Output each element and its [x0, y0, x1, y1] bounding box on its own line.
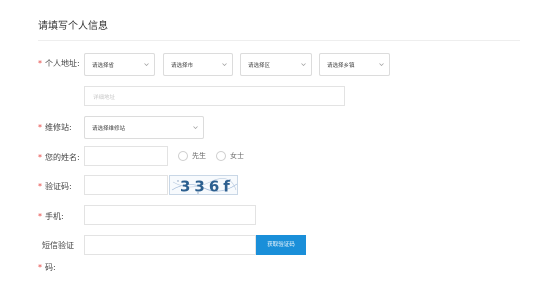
required-star: * — [38, 59, 42, 68]
sms-label-text: 码: — [45, 263, 56, 272]
name-label-text: 您的姓名: — [45, 153, 80, 162]
phone-input[interactable] — [84, 205, 256, 225]
station-label: * 维修站: — [38, 122, 72, 133]
chevron-down-icon — [301, 63, 306, 66]
province-select-value: 请选择省 — [92, 63, 115, 69]
city-select[interactable]: 请选择市 — [163, 53, 233, 76]
required-star: * — [38, 153, 42, 162]
radio-mr-label: 先生 — [192, 152, 206, 160]
page-title: 请填写个人信息 — [38, 21, 108, 32]
district-select[interactable]: 请选择区 — [240, 53, 312, 76]
town-select[interactable]: 请选择乡镇 — [319, 53, 390, 76]
station-label-text: 维修站: — [45, 123, 72, 132]
phone-label-text: 手机: — [45, 212, 64, 221]
district-select-value: 请选择区 — [248, 63, 271, 69]
phone-label: * 手机: — [38, 211, 64, 222]
name-label: * 您的姓名: — [38, 152, 80, 163]
chevron-down-icon — [193, 126, 198, 129]
address-label: * 个人地址: — [38, 58, 80, 69]
get-sms-code-button[interactable]: 获取验证码 — [256, 235, 306, 255]
province-select[interactable]: 请选择省 — [84, 53, 155, 76]
station-select[interactable]: 请选择维修站 — [84, 116, 204, 139]
required-star: * — [38, 182, 42, 191]
sms-label-line2: * 码: — [38, 262, 56, 273]
captcha-label: * 验证码: — [38, 181, 72, 192]
captcha-image[interactable]: 336f — [169, 175, 238, 195]
city-select-value: 请选择市 — [171, 63, 194, 69]
sms-code-input[interactable] — [84, 235, 256, 255]
required-star: * — [38, 263, 42, 272]
captcha-input[interactable] — [84, 175, 168, 195]
town-select-value: 请选择乡镇 — [327, 63, 355, 69]
title-divider — [38, 40, 520, 41]
radio-mr[interactable]: 先生 — [178, 151, 206, 161]
radio-ms-label: 女士 — [230, 152, 244, 160]
sms-label-line1: 短信验证 — [42, 241, 74, 250]
chevron-down-icon — [222, 63, 227, 66]
radio-ms[interactable]: 女士 — [216, 151, 244, 161]
radio-ms-circle[interactable] — [216, 151, 226, 161]
required-star: * — [38, 212, 42, 221]
address-label-text: 个人地址: — [45, 59, 80, 68]
captcha-text: 336f — [180, 178, 234, 196]
address-detail-input[interactable]: 详细地址 — [84, 86, 345, 106]
radio-mr-circle[interactable] — [178, 151, 188, 161]
captcha-label-text: 验证码: — [45, 182, 72, 191]
name-input[interactable] — [84, 146, 168, 166]
station-select-value: 请选择维修站 — [92, 126, 126, 132]
address-detail-placeholder: 详细地址 — [93, 95, 116, 101]
required-star: * — [38, 123, 42, 132]
chevron-down-icon — [379, 63, 384, 66]
captcha-noise-graphic: 336f — [171, 178, 237, 196]
chevron-down-icon — [144, 63, 149, 66]
